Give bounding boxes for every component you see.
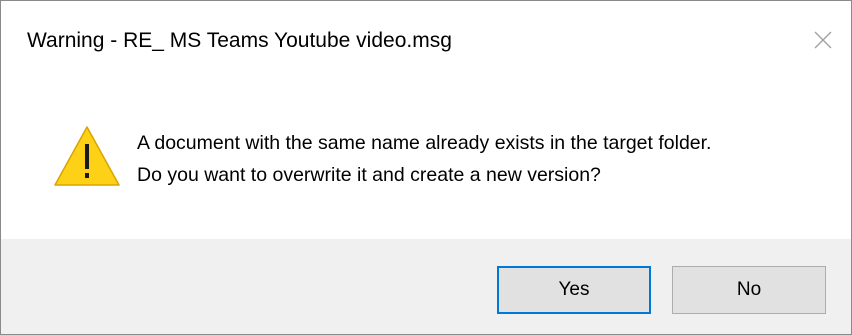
close-button[interactable] — [803, 21, 843, 59]
dialog-titlebar: Warning - RE_ MS Teams Youtube video.msg — [1, 1, 851, 77]
message-line-2: Do you want to overwrite it and create a… — [137, 164, 601, 186]
dialog-content: A document with the same name already ex… — [1, 77, 851, 239]
no-button[interactable]: No — [672, 266, 826, 314]
dialog-footer: Yes No — [1, 239, 851, 334]
warning-icon — [54, 126, 120, 186]
warning-dialog: Warning - RE_ MS Teams Youtube video.msg… — [0, 0, 852, 335]
dialog-message: A document with the same name already ex… — [137, 127, 711, 191]
yes-button[interactable]: Yes — [497, 266, 651, 314]
close-icon — [814, 31, 832, 49]
message-line-1: A document with the same name already ex… — [137, 132, 712, 154]
dialog-title: Warning - RE_ MS Teams Youtube video.msg — [27, 29, 452, 52]
